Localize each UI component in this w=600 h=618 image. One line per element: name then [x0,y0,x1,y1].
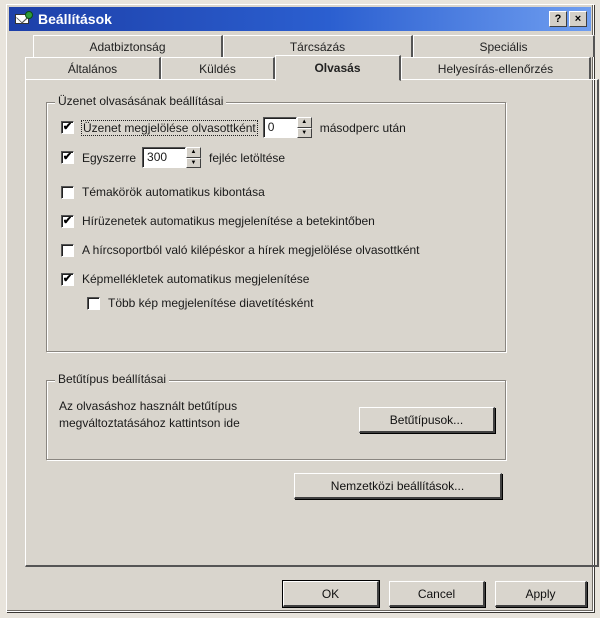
tab-olvasas[interactable]: Olvasás [275,55,401,81]
font-group-title: Betűtípus beállításai [55,372,170,386]
auto-expand-row: Témakörök automatikus kibontása [61,185,265,199]
fonts-button[interactable]: Betűtípusok... [359,407,495,433]
title-bar[interactable]: Beállítások ? × [9,7,591,31]
settings-dialog: Beállítások ? × Adatbiztonság Tárcsázás … [6,4,599,612]
spin-down-icon[interactable]: ▼ [186,157,202,168]
auto-expand-checkbox[interactable] [61,185,74,199]
download-suffix: fejléc letöltése [209,150,286,165]
ok-button[interactable]: OK [282,580,380,608]
slideshow-row: Több kép megjelenítése diavetítésként [87,296,313,310]
tab-altalanos[interactable]: Általános [25,57,161,79]
reading-settings-group: Üzenet olvasásának beállításai ✔ Üzenet … [46,94,506,352]
tab-row-back: Adatbiztonság Tárcsázás Speciális [33,35,595,57]
tab-kuldes[interactable]: Küldés [161,57,275,79]
mark-read-checkbox[interactable]: ✔ [61,121,74,134]
show-attachments-checkbox[interactable]: ✔ [61,272,74,286]
header-count-spinner[interactable]: 300 ▲ ▼ [142,147,202,168]
font-description-line2: megváltoztatásához kattintson ide [59,416,240,430]
reading-group-title: Üzenet olvasásának beállításai [55,94,227,108]
spin-up-icon[interactable]: ▲ [186,147,202,158]
auto-preview-row: ✔ Hírüzenetek automatikus megjelenítése … [61,214,375,228]
spin-down-icon[interactable]: ▼ [296,127,312,138]
tab-panel-olvasas: Üzenet olvasásának beállításai ✔ Üzenet … [25,79,599,567]
auto-preview-label[interactable]: Hírüzenetek automatikus megjelenítése a … [82,214,375,228]
download-prefix[interactable]: Egyszerre [82,151,136,165]
mark-on-exit-checkbox[interactable] [61,243,74,257]
tab-adatbiztonsag[interactable]: Adatbiztonság [33,35,223,57]
help-button[interactable]: ? [549,11,567,27]
tab-helyesiras[interactable]: Helyesírás-ellenőrzés [401,57,591,79]
spin-up-icon[interactable]: ▲ [296,117,312,128]
mail-envelope-icon [15,11,33,27]
apply-button[interactable]: Apply [495,581,587,607]
slideshow-checkbox[interactable] [87,296,100,310]
font-description-line1: Az olvasáshoz használt betűtípus [59,399,238,413]
mark-on-exit-row: A hírcsoportból való kilépéskor a hírek … [61,243,420,257]
tab-row-front: Általános Küldés Olvasás Helyesírás-elle… [25,55,591,81]
mark-on-exit-label[interactable]: A hírcsoportból való kilépéskor a hírek … [82,243,420,257]
auto-preview-checkbox[interactable]: ✔ [61,214,74,228]
close-button[interactable]: × [569,11,587,27]
download-checkbox[interactable]: ✔ [61,151,74,164]
tab-specialis[interactable]: Speciális [413,35,595,57]
mark-read-label[interactable]: Üzenet megjelölése olvasottként [81,119,258,136]
show-attachments-row: ✔ Képmellékletek automatikus megjeleníté… [61,272,309,286]
international-settings-button[interactable]: Nemzetközi beállítások... [294,473,502,499]
header-count-field[interactable]: 300 [142,147,187,168]
mark-read-suffix: másodperc után [319,120,406,135]
slideshow-label[interactable]: Több kép megjelenítése diavetítésként [108,296,313,310]
tab-tarcsazas[interactable]: Tárcsázás [223,35,413,57]
download-row: ✔ Egyszerre 300 ▲ ▼ fejléc letöltése [61,147,285,168]
show-attachments-label[interactable]: Képmellékletek automatikus megjelenítése [82,272,309,286]
mark-read-row: ✔ Üzenet megjelölése olvasottként 0 ▲ ▼ m… [61,117,406,138]
window-title: Beállítások [38,11,112,27]
cancel-button[interactable]: Cancel [389,581,485,607]
mark-read-seconds-field[interactable]: 0 [262,117,297,138]
auto-expand-label[interactable]: Témakörök automatikus kibontása [82,185,265,199]
mark-read-seconds-spinner[interactable]: 0 ▲ ▼ [262,117,312,138]
font-settings-group: Betűtípus beállításai Az olvasáshoz hasz… [46,372,506,460]
